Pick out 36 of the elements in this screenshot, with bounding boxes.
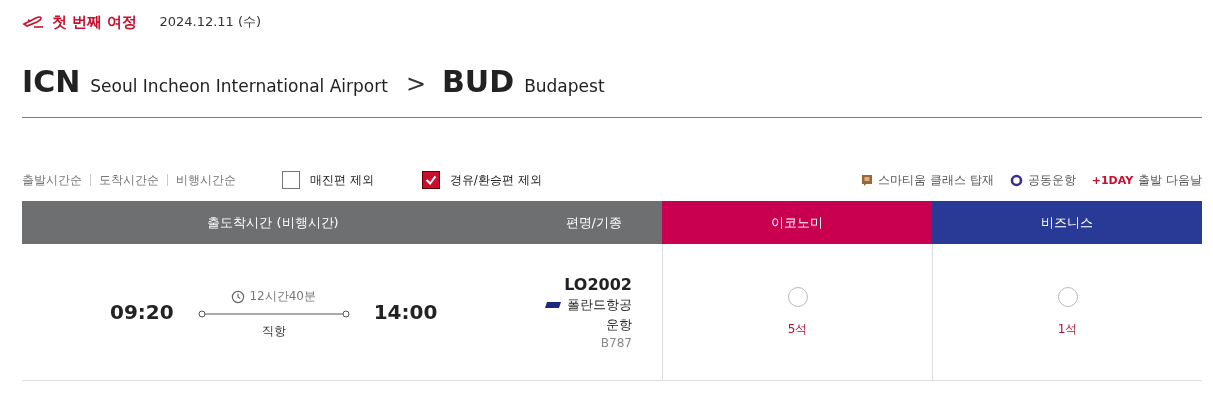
airline-name: 폴란드항공: [567, 295, 632, 314]
arrival-time: 14:00: [373, 300, 438, 324]
operated-label: 운항: [606, 315, 632, 334]
next-day-label: +1DAY: [1091, 173, 1134, 187]
checkbox-label: 매진편 제외: [310, 171, 374, 189]
airport-name: Budapest: [524, 76, 605, 96]
aircraft-type: B787: [600, 335, 632, 350]
flight-number: LO2002: [564, 274, 632, 294]
checkbox[interactable]: [421, 171, 440, 189]
journey-title: 첫 번째 여정: [52, 12, 138, 32]
airport-name: Seoul Incheon International Airport: [90, 76, 388, 96]
stops-label: 직항: [261, 323, 286, 340]
airline-logo-icon: [545, 300, 563, 309]
seats-left: 1석: [1057, 320, 1078, 338]
sort-link[interactable]: 도착시간순: [90, 174, 167, 186]
legend-label: 스마티움 클래스 탑재: [878, 171, 994, 189]
ring-icon: [1009, 173, 1023, 187]
column-header: 출도착시간 (비행시간): [22, 201, 524, 244]
checkbox-label: 경유/환승편 제외: [449, 171, 542, 189]
column-header: 편명/기종: [524, 201, 662, 244]
airport-code: BUD: [442, 64, 515, 99]
departure-time: 09:20: [110, 300, 174, 324]
column-header: 비즈니스: [932, 201, 1202, 244]
airplane-icon: [22, 15, 44, 29]
legend-label: 출발 다음날: [1138, 171, 1202, 189]
flight-duration: 12시간40분: [249, 288, 316, 305]
airport-code: ICN: [22, 64, 81, 99]
clock-icon: [231, 289, 246, 304]
sort-link[interactable]: 비행시간순: [167, 174, 244, 186]
seats-left: 5석: [787, 320, 808, 338]
arrow-separator: >: [405, 70, 426, 98]
journey-date: 2024.12.11 (수): [159, 13, 262, 31]
sort-link[interactable]: 출발시간순: [22, 174, 90, 186]
legend-label: 공동운항: [1027, 171, 1076, 189]
checkbox[interactable]: [282, 171, 300, 189]
column-header: 이코노미: [662, 201, 932, 244]
